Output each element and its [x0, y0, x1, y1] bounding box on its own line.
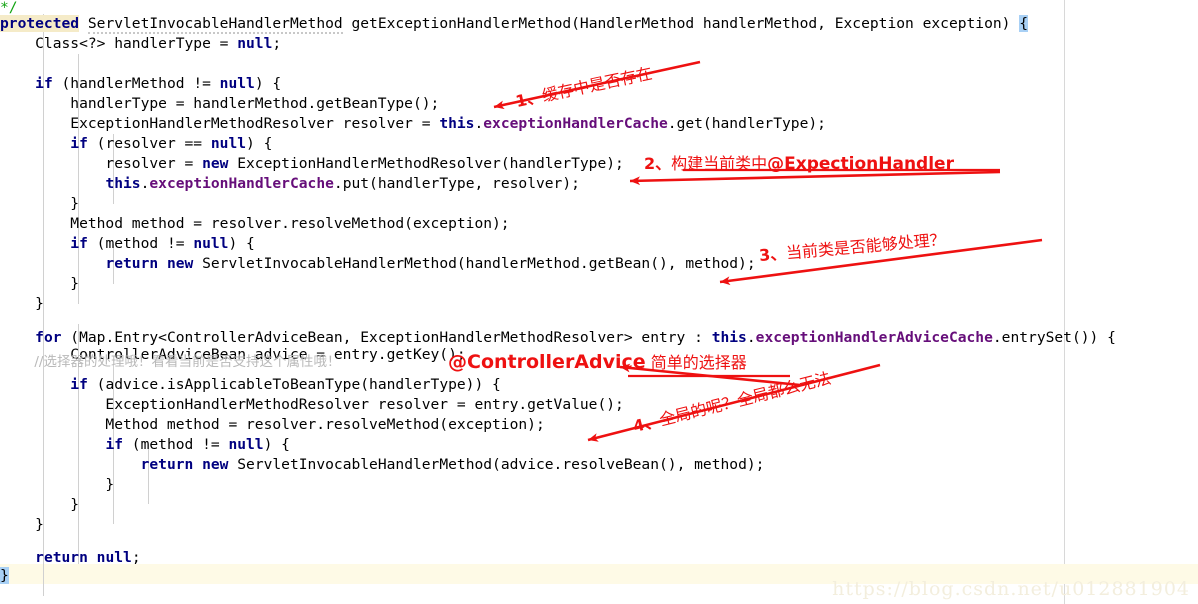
code-line-close-brace: }: [0, 195, 80, 212]
code-line-if-handlermethod: if (handlerMethod != null) {: [35, 75, 282, 92]
code-line-method-close-brace: }: [0, 566, 9, 586]
code-line-resolve-method: Method method = resolver.resolveMethod(e…: [0, 416, 545, 433]
code-line-close-brace: }: [0, 275, 80, 292]
token-null: null: [228, 436, 264, 453]
code-line-resolver-getvalue: ExceptionHandlerMethodResolver resolver …: [0, 396, 624, 413]
token-exceptionhandlercache: exceptionHandlerCache: [483, 115, 668, 132]
code-line-return-handler-method: return new ServletInvocableHandlerMethod…: [105, 255, 756, 272]
token-null: null: [96, 549, 132, 566]
token-protected: protected: [0, 15, 80, 32]
right-margin-ruler: [1064, 0, 1065, 604]
token-this: this: [105, 175, 141, 192]
code-line-if-method-null: if (method != null) {: [70, 235, 255, 252]
code-line-cache-put: this.exceptionHandlerCache.put(handlerTy…: [105, 175, 580, 192]
token-method-name: getExceptionHandlerMethod(HandlerMethod …: [351, 15, 1011, 32]
token-line-comment: //选择器的处理哦！看看当前是否支持这个属性哦！: [34, 354, 341, 370]
token-close-brace-matched: }: [0, 567, 9, 584]
token-this: this: [439, 115, 475, 132]
token-for: for: [35, 329, 62, 346]
token-if: if: [70, 376, 88, 393]
token-open-brace-matched: {: [1019, 15, 1029, 32]
token-return: return: [105, 255, 159, 272]
token-this: this: [711, 329, 747, 346]
code-line-new-resolver: resolver = new ExceptionHandlerMethodRes…: [0, 155, 624, 172]
code-line-return-advice-method: return new ServletInvocableHandlerMethod…: [140, 456, 765, 473]
token-null: null: [210, 135, 247, 152]
code-line-close-brace: }: [0, 476, 115, 493]
token-if: if: [35, 75, 53, 92]
token-new: new: [202, 456, 229, 473]
token-return: return: [140, 456, 194, 473]
token-new: new: [202, 155, 229, 172]
token-exceptionhandleradvicecache: exceptionHandlerAdviceCache: [755, 329, 993, 346]
token-exceptionhandlercache: exceptionHandlerCache: [149, 175, 334, 192]
code-line-if-method-null: if (method != null) {: [105, 436, 290, 453]
token-if: if: [70, 135, 88, 152]
watermark: https://blog.csdn.net/u012881904: [832, 578, 1190, 600]
token-null: null: [219, 75, 255, 92]
code-editor[interactable]: */ protected ServletInvocableHandlerMeth…: [0, 0, 1198, 604]
token-return-type: ServletInvocableHandlerMethod: [87, 15, 343, 34]
code-line-resolver-from-cache: ExceptionHandlerMethodResolver resolver …: [0, 115, 826, 132]
code-line-close-brace: }: [0, 516, 44, 533]
code-line-if-applicable: if (advice.isApplicableToBeanType(handle…: [70, 376, 501, 393]
code-line-get-beantype: handlerType = handlerMethod.getBeanType(…: [0, 95, 440, 112]
token-null: null: [193, 235, 229, 252]
code-line-return-null: return null;: [35, 549, 141, 566]
token-new: new: [166, 255, 194, 272]
code-line-method-signature: protected ServletInvocableHandlerMethod …: [0, 14, 1029, 34]
token-null: null: [237, 35, 273, 52]
code-line-handlertype-decl: Class<?> handlerType = null;: [0, 35, 282, 52]
token-if: if: [70, 235, 88, 252]
code-line-close-brace: }: [0, 295, 44, 312]
code-line-resolve-method: Method method = resolver.resolveMethod(e…: [0, 215, 510, 232]
token-if: if: [105, 436, 124, 453]
code-line-if-resolver-null: if (resolver == null) {: [70, 135, 273, 152]
token-return: return: [35, 549, 88, 566]
code-line-chinese-comment: //选择器的处理哦！看看当前是否支持这个属性哦！: [0, 352, 340, 372]
code-line-close-brace: }: [0, 496, 80, 513]
